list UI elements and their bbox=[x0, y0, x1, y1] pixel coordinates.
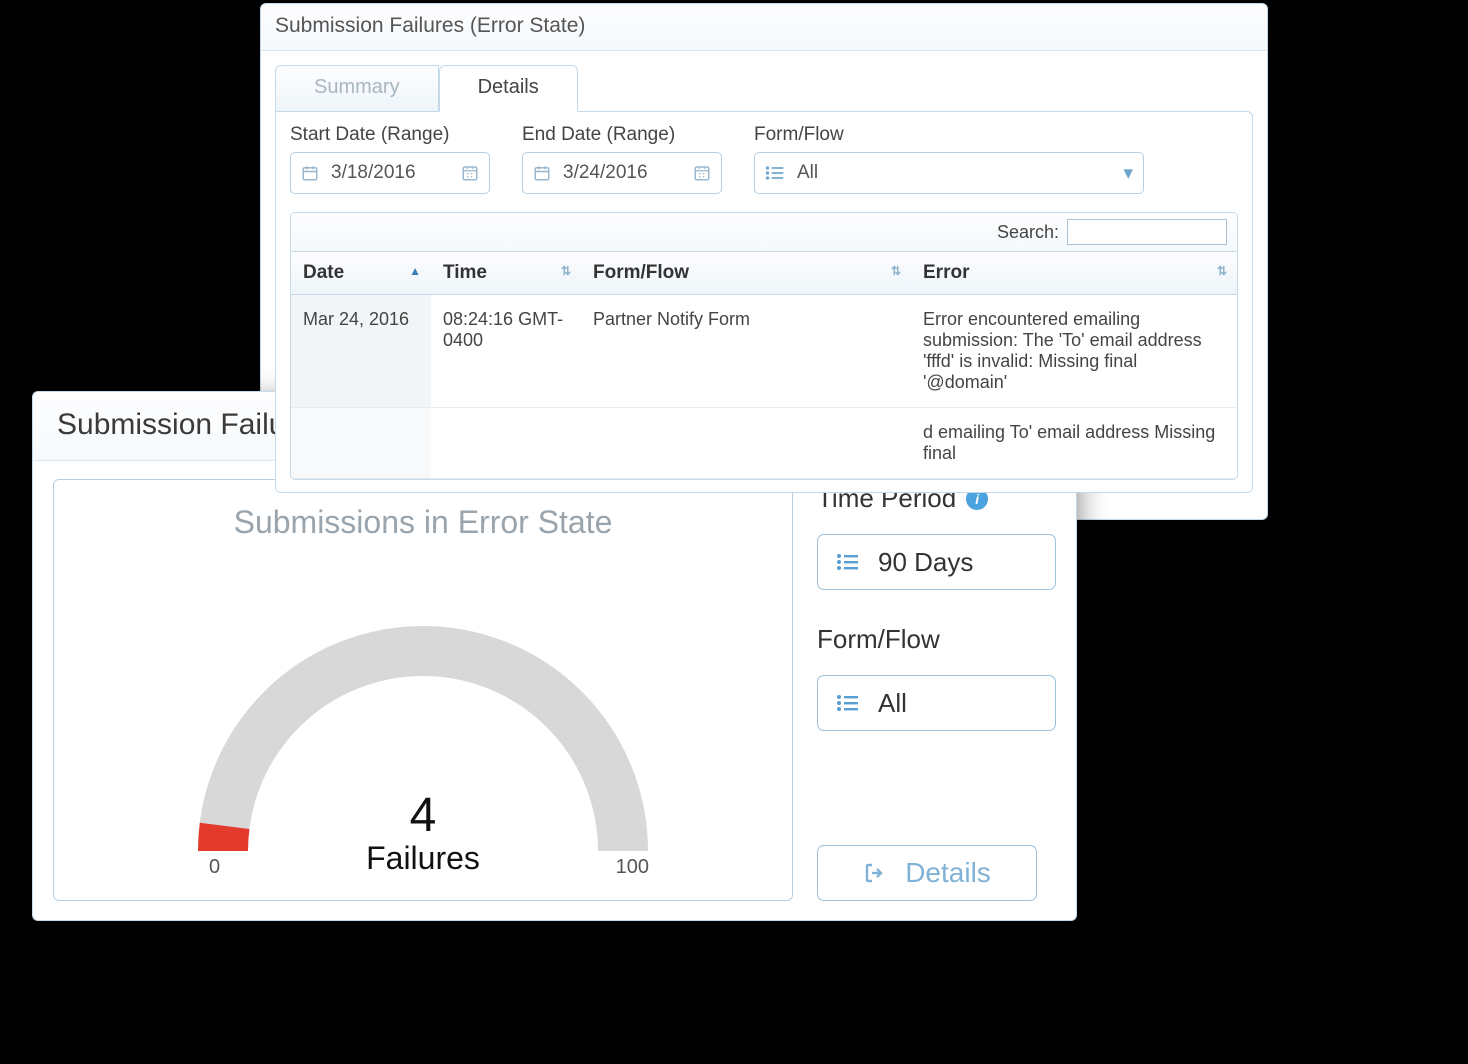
filter-row: Start Date (Range) 3/18/2016 End Date (R… bbox=[290, 124, 1238, 194]
summary-side-column: Time Period i 90 Days Form/Flow All bbox=[817, 479, 1056, 901]
results-table: Date▲ Time⇅ Form/Flow⇅ Error⇅ bbox=[291, 252, 1237, 479]
details-button-label: Details bbox=[905, 857, 991, 889]
cell-date bbox=[291, 408, 431, 479]
summary-formflow-label: Form/Flow bbox=[817, 624, 1056, 655]
cell-time: 08:24:16 GMT-0400 bbox=[431, 295, 581, 408]
summary-body: Submissions in Error State 0 100 4 Failu… bbox=[33, 461, 1076, 919]
list-icon bbox=[765, 165, 785, 181]
start-date-input[interactable]: 3/18/2016 bbox=[290, 152, 490, 194]
start-date-filter: Start Date (Range) 3/18/2016 bbox=[290, 124, 490, 194]
cell-time bbox=[431, 408, 581, 479]
search-input[interactable] bbox=[1067, 219, 1227, 245]
cell-error: Error encountered emailing submission: T… bbox=[911, 295, 1237, 408]
sort-icon: ⇅ bbox=[891, 264, 901, 278]
calendar-icon bbox=[301, 164, 319, 182]
formflow-label: Form/Flow bbox=[754, 124, 1144, 146]
end-date-filter: End Date (Range) 3/24/2016 bbox=[522, 124, 722, 194]
gauge-unit: Failures bbox=[183, 840, 663, 877]
time-period-value: 90 Days bbox=[878, 547, 973, 578]
cell-formflow: Partner Notify Form bbox=[581, 295, 911, 408]
formflow-filter: Form/Flow All ▾ bbox=[754, 124, 1144, 194]
tabs: Summary Details bbox=[261, 51, 1267, 112]
exit-icon bbox=[863, 861, 887, 885]
list-icon bbox=[836, 552, 860, 572]
sort-icon: ⇅ bbox=[561, 264, 571, 278]
summary-formflow-value: All bbox=[878, 688, 907, 719]
gauge-value: 4 bbox=[183, 792, 663, 840]
end-date-label: End Date (Range) bbox=[522, 124, 722, 146]
gauge: 0 100 4 Failures bbox=[183, 601, 663, 881]
cell-formflow bbox=[581, 408, 911, 479]
summary-formflow-select[interactable]: All bbox=[817, 675, 1056, 731]
end-date-input[interactable]: 3/24/2016 bbox=[522, 152, 722, 194]
time-period-select[interactable]: 90 Days bbox=[817, 534, 1056, 590]
list-icon bbox=[836, 693, 860, 713]
calendar-grid-icon bbox=[461, 164, 479, 182]
calendar-icon bbox=[533, 164, 551, 182]
formflow-value: All bbox=[797, 162, 818, 184]
tab-summary[interactable]: Summary bbox=[275, 65, 439, 112]
sort-icon: ⇅ bbox=[1217, 264, 1227, 278]
table-search-row: Search: bbox=[291, 213, 1237, 252]
start-date-value: 3/18/2016 bbox=[331, 162, 416, 184]
sort-asc-icon: ▲ bbox=[409, 264, 421, 278]
formflow-select[interactable]: All ▾ bbox=[754, 152, 1144, 194]
results-table-wrap: Search: Date▲ Time⇅ Form/Flow⇅ bbox=[290, 212, 1238, 480]
col-date[interactable]: Date▲ bbox=[291, 252, 431, 295]
start-date-label: Start Date (Range) bbox=[290, 124, 490, 146]
cell-date: Mar 24, 2016 bbox=[291, 295, 431, 408]
details-button[interactable]: Details bbox=[817, 845, 1037, 901]
gauge-title: Submissions in Error State bbox=[64, 504, 782, 541]
details-panel-title: Submission Failures (Error State) bbox=[261, 4, 1267, 51]
tab-details[interactable]: Details bbox=[439, 65, 578, 112]
tab-body-details: Start Date (Range) 3/18/2016 End Date (R… bbox=[275, 111, 1253, 493]
details-panel: Submission Failures (Error State) Summar… bbox=[260, 3, 1268, 520]
gauge-card: Submissions in Error State 0 100 4 Failu… bbox=[53, 479, 793, 901]
col-error[interactable]: Error⇅ bbox=[911, 252, 1237, 295]
table-row[interactable]: Mar 24, 2016 08:24:16 GMT-0400 Partner N… bbox=[291, 295, 1237, 408]
col-formflow[interactable]: Form/Flow⇅ bbox=[581, 252, 911, 295]
gauge-center: 4 Failures bbox=[183, 792, 663, 877]
cell-error: d emailing To' email address Missing fin… bbox=[911, 408, 1237, 479]
chevron-down-icon: ▾ bbox=[1123, 162, 1133, 185]
end-date-value: 3/24/2016 bbox=[563, 162, 648, 184]
calendar-grid-icon bbox=[693, 164, 711, 182]
search-label: Search: bbox=[997, 222, 1059, 243]
col-time[interactable]: Time⇅ bbox=[431, 252, 581, 295]
table-row[interactable]: d emailing To' email address Missing fin… bbox=[291, 408, 1237, 479]
